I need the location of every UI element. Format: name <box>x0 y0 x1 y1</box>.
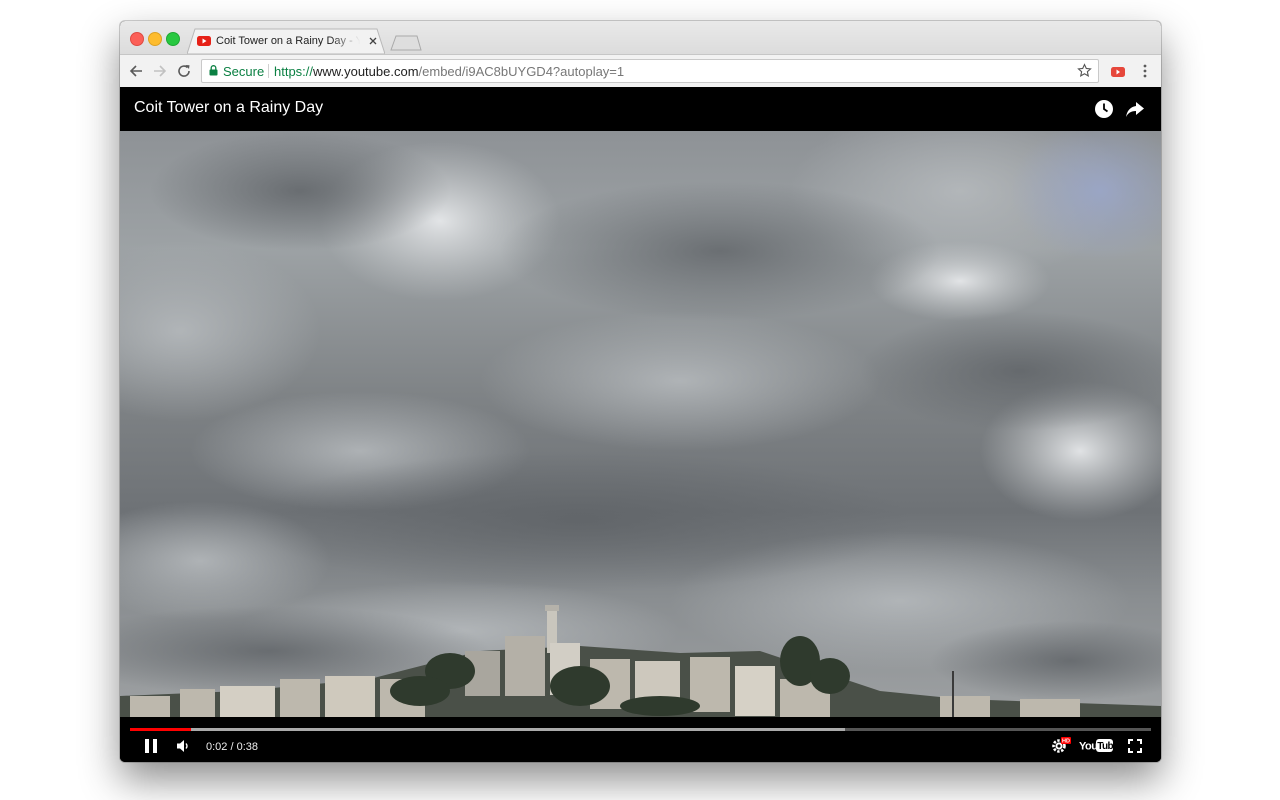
browser-menu-icon[interactable] <box>1137 63 1153 79</box>
close-window-button[interactable] <box>130 32 144 46</box>
progress-buffered <box>130 728 845 731</box>
youtube-favicon-icon <box>197 36 211 46</box>
omnibox-separator <box>268 64 269 78</box>
video-title[interactable]: Coit Tower on a Rainy Day <box>134 99 323 117</box>
volume-icon[interactable] <box>176 739 192 753</box>
video-player[interactable]: Coit Tower on a Rainy Day 0:02 / 0:38 HD… <box>120 87 1161 762</box>
player-controls: 0:02 / 0:38 HD You Tube <box>120 717 1161 762</box>
pause-icon[interactable] <box>144 738 158 754</box>
secure-label: Secure <box>223 64 265 79</box>
forward-arrow-icon[interactable] <box>152 63 168 79</box>
new-tab-button[interactable] <box>390 35 422 51</box>
browser-toolbar: Secure https://www.youtube.com/embed/i9A… <box>120 54 1161 88</box>
youtube-logo-icon[interactable]: You Tube <box>1079 738 1113 753</box>
tab-title: Coit Tower on a Rainy Day - YouTube <box>216 35 360 47</box>
progress-played <box>130 728 192 731</box>
video-frame[interactable] <box>120 131 1161 717</box>
settings-gear-icon[interactable]: HD <box>1050 736 1072 754</box>
zoom-window-button[interactable] <box>166 32 180 46</box>
lock-icon <box>209 65 218 76</box>
svg-text:Tube: Tube <box>1097 741 1113 752</box>
clock-icon[interactable] <box>1094 99 1114 119</box>
time-display: 0:02 / 0:38 <box>206 741 258 753</box>
back-arrow-icon[interactable] <box>128 63 144 79</box>
browser-window: Coit Tower on a Rainy Day - YouTube Secu… <box>120 21 1161 762</box>
share-arrow-icon[interactable] <box>1125 99 1145 119</box>
youtube-extension-icon[interactable] <box>1110 64 1126 80</box>
url-path: /embed/i9AC8bUYGD4?autoplay=1 <box>418 64 625 79</box>
reload-icon[interactable] <box>176 63 192 79</box>
video-scene-image <box>120 131 1161 717</box>
current-time: 0:02 <box>206 741 228 753</box>
svg-text:You: You <box>1079 741 1097 753</box>
url-scheme: https:// <box>274 64 314 79</box>
progress-bar[interactable] <box>130 728 1151 731</box>
tab-close-icon[interactable] <box>368 36 378 46</box>
bookmark-star-icon[interactable] <box>1077 63 1092 78</box>
browser-tab[interactable]: Coit Tower on a Rainy Day - YouTube <box>187 28 385 54</box>
minimize-window-button[interactable] <box>148 32 162 46</box>
duration: 0:38 <box>236 741 259 753</box>
url-text[interactable]: https://www.youtube.com/embed/i9AC8bUYGD… <box>274 64 624 79</box>
time-separator: / <box>230 741 234 753</box>
hd-badge: HD <box>1062 739 1070 745</box>
url-host: www.youtube.com <box>313 64 419 79</box>
player-title-bar: Coit Tower on a Rainy Day <box>120 87 1161 131</box>
address-bar[interactable]: Secure https://www.youtube.com/embed/i9A… <box>201 59 1099 83</box>
tab-strip: Coit Tower on a Rainy Day - YouTube <box>120 21 1161 54</box>
fullscreen-icon[interactable] <box>1128 739 1142 753</box>
